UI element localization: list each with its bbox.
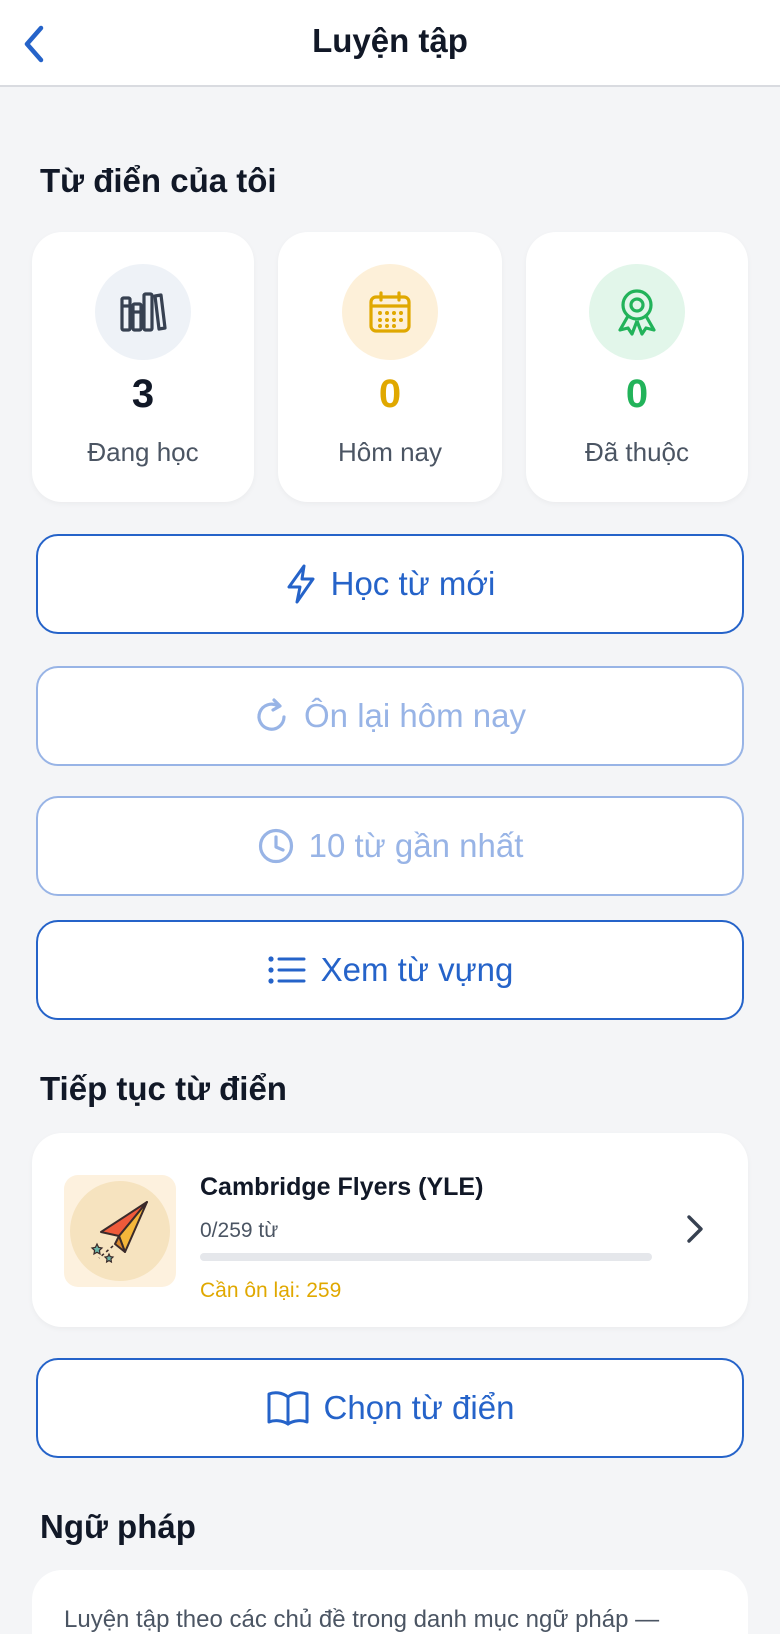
stat-icon-wrap	[342, 264, 438, 360]
page-title: Luyện tập	[312, 22, 468, 59]
open-book-icon	[266, 1389, 310, 1427]
section-title-my-dictionary: Từ điển của tôi	[40, 162, 277, 199]
dictionary-thumbnail	[64, 1175, 176, 1287]
stat-card-learning[interactable]: 3 Đang học	[32, 232, 254, 502]
grammar-card[interactable]: Luyện tập theo các chủ đề trong danh mục…	[32, 1570, 748, 1634]
dictionary-review-count: Cần ôn lại: 259	[200, 1279, 342, 1302]
learn-new-words-label: Học từ mới	[330, 565, 496, 602]
books-icon	[120, 292, 167, 332]
award-icon	[618, 289, 656, 336]
refresh-icon	[254, 697, 290, 735]
choose-dictionary-button[interactable]: Chọn từ điển	[36, 1358, 744, 1458]
view-vocabulary-label: Xem từ vựng	[320, 951, 514, 988]
calendar-icon	[369, 291, 411, 333]
recent-words-button[interactable]: 10 từ gần nhất	[36, 796, 744, 896]
section-title-grammar: Ngữ pháp	[40, 1508, 196, 1545]
stat-value-mastered: 0	[625, 372, 649, 416]
clock-icon	[257, 827, 295, 865]
dictionary-name: Cambridge Flyers (YLE)	[200, 1173, 484, 1201]
choose-dictionary-label: Chọn từ điển	[323, 1389, 515, 1426]
chevron-right-icon	[680, 1207, 710, 1251]
top-bar: Luyện tập	[0, 0, 780, 87]
stat-label-learning: Đang học	[87, 437, 199, 467]
lightning-icon	[285, 563, 317, 605]
dictionary-word-count: 0/259 từ	[200, 1219, 279, 1242]
recent-words-label: 10 từ gần nhất	[308, 827, 524, 864]
stat-value-today: 0	[378, 372, 402, 416]
list-icon	[267, 955, 307, 985]
stat-value-learning: 3	[131, 372, 155, 416]
stat-icon-wrap	[95, 264, 191, 360]
paper-plane-icon	[90, 1201, 148, 1264]
review-today-button[interactable]: Ôn lại hôm nay	[36, 666, 744, 766]
view-vocabulary-button[interactable]: Xem từ vựng	[36, 920, 744, 1020]
stat-label-today: Hôm nay	[337, 437, 443, 467]
review-today-label: Ôn lại hôm nay	[304, 697, 526, 734]
stat-card-today[interactable]: 0 Hôm nay	[278, 232, 502, 502]
dictionary-progress-bar	[200, 1253, 652, 1261]
thumbnail-circle	[70, 1181, 170, 1281]
stat-icon-wrap	[589, 264, 685, 360]
stat-card-mastered[interactable]: 0 Đã thuộc	[526, 232, 748, 502]
section-title-continue-dictionary: Tiếp tục từ điển	[40, 1070, 287, 1107]
dictionary-card[interactable]: Cambridge Flyers (YLE) 0/259 từ Cần ôn l…	[32, 1133, 748, 1327]
grammar-description: Luyện tập theo các chủ đề trong danh mục…	[64, 1606, 660, 1633]
learn-new-words-button[interactable]: Học từ mới	[36, 534, 744, 634]
stat-label-mastered: Đã thuộc	[584, 437, 690, 467]
